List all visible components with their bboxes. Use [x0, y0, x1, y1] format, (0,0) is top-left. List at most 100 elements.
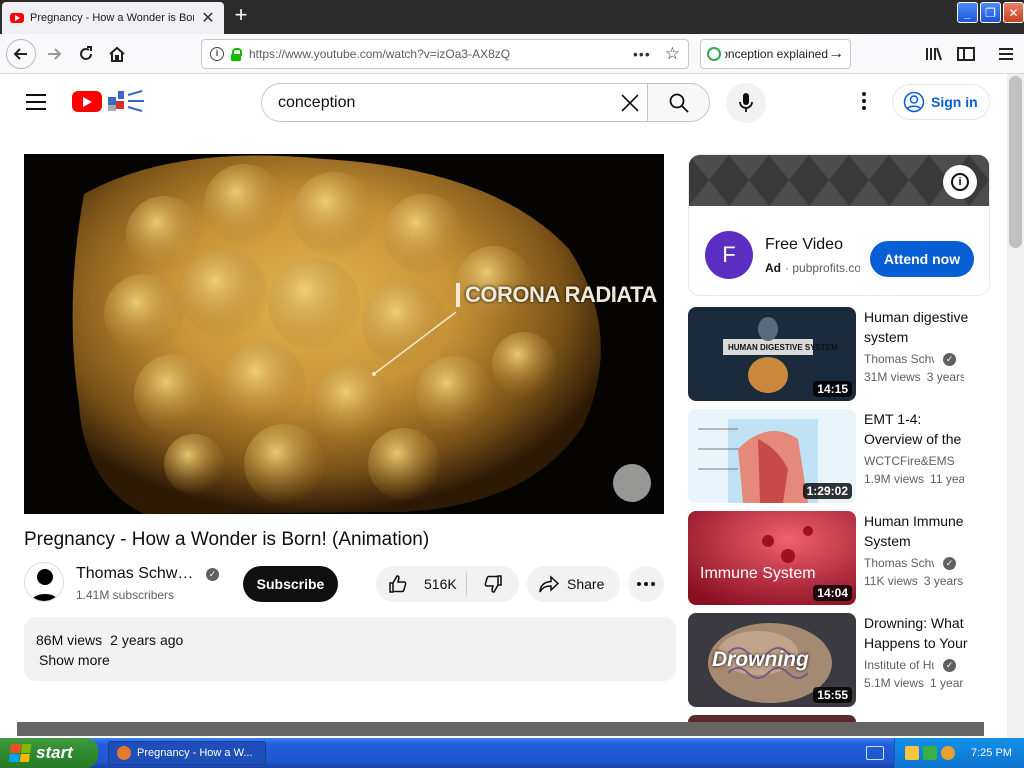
recommended-title[interactable]: Drowning: What Happens to Your Body [864, 613, 974, 653]
reload-button[interactable] [72, 40, 100, 68]
recommended-title[interactable]: Human digestive system [864, 307, 974, 347]
minimize-button[interactable]: _ [957, 2, 978, 23]
page-actions-icon[interactable]: ••• [633, 46, 651, 62]
recommended-channel[interactable]: Thomas Schwenke [864, 556, 934, 570]
recommended-age: 3 years ago [926, 370, 964, 384]
browser-tab[interactable]: Pregnancy - How a Wonder is Born! (Anima… [2, 2, 224, 34]
keyboard-icon[interactable] [866, 746, 884, 760]
recommended-video[interactable]: 1:29:02 EMT 1-4: Overview of the Human B… [688, 409, 990, 503]
recommended-video[interactable]: Immune System 14:04 Human Immune System … [688, 511, 990, 605]
like-dislike-group: 516K [376, 566, 519, 602]
recommended-channel[interactable]: WCTCFire&EMS [864, 454, 964, 468]
search-tray-icon[interactable] [941, 746, 955, 760]
video-thumbnail[interactable]: HUMAN DIGESTIVE SYSTEM 14:15 [688, 307, 856, 401]
browser-menu-button[interactable] [992, 40, 1020, 68]
share-button[interactable]: Share [527, 566, 620, 602]
channel-watermark-icon[interactable] [613, 464, 651, 502]
back-button[interactable] [6, 39, 36, 69]
like-button[interactable]: 516K [376, 566, 466, 602]
close-window-button[interactable]: ✕ [1003, 2, 1024, 23]
start-label: start [36, 743, 73, 762]
video-thumbnail[interactable]: 1:29:02 [688, 409, 856, 503]
settings-more-icon[interactable] [856, 92, 872, 112]
channel-name-text[interactable]: Thomas Schwenke [76, 565, 200, 583]
home-icon [109, 46, 125, 62]
channel-name[interactable]: Thomas Schwenke [76, 565, 200, 583]
video-player[interactable]: CORONA RADIATA [24, 154, 664, 514]
sidebar-button[interactable] [952, 40, 980, 68]
recommended-channel[interactable]: Thomas Schwenke [864, 352, 934, 366]
sign-in-label: Sign in [931, 94, 978, 110]
recommended-views: 1.9M views [864, 472, 925, 486]
recommended-channel[interactable]: Institute of Human Anatomy [864, 658, 934, 672]
bookmark-star-icon[interactable]: ☆ [665, 44, 680, 64]
start-button[interactable]: start [0, 738, 98, 768]
new-tab-button[interactable]: + [228, 3, 254, 29]
tab-title: Pregnancy - How a Wonder is Born! (Anima… [30, 12, 194, 24]
channel-avatar[interactable] [24, 562, 64, 602]
recommended-video[interactable]: HUMAN DIGESTIVE SYSTEM 14:15 Human diges… [688, 307, 990, 401]
forward-button[interactable] [40, 40, 68, 68]
youtube-search-box[interactable]: conception [261, 83, 647, 122]
clear-search-icon[interactable] [619, 92, 641, 114]
lock-icon[interactable] [231, 48, 242, 61]
recommended-title[interactable]: EMT 1-4: Overview of the Human Body [864, 409, 974, 449]
recommended-stats: 31M views 3 years ago [864, 370, 964, 384]
ad-info-icon: i [951, 173, 969, 191]
library-button[interactable] [920, 40, 948, 68]
sign-in-button[interactable]: Sign in [892, 84, 990, 120]
recommended-title[interactable]: Human Immune System [864, 511, 974, 551]
thumbnail-caption: Immune System [700, 565, 816, 582]
address-bar[interactable]: i https://www.youtube.com/watch?v=izOa3-… [201, 39, 689, 69]
thumbs-down-icon [484, 575, 502, 593]
recommended-video[interactable]: Drowning 15:55 Drowning: What Happens to… [688, 613, 990, 707]
advertiser-logo[interactable]: F [705, 231, 753, 279]
microphone-icon [739, 93, 753, 112]
ad-info-button[interactable]: i [943, 165, 977, 199]
search-input[interactable]: conception [278, 94, 355, 112]
taskbar-window-button[interactable]: Pregnancy - How a W... [108, 741, 266, 765]
security-shield-icon[interactable] [905, 746, 919, 760]
vertical-scroll-thumb[interactable] [1009, 76, 1022, 248]
restore-button[interactable]: ❐ [980, 2, 1001, 23]
show-more-link[interactable]: Show more [39, 652, 110, 668]
ad-title[interactable]: Free Video [765, 236, 843, 254]
view-count: 86M views [36, 632, 103, 648]
home-button[interactable] [103, 40, 131, 68]
video-thumbnail[interactable]: Drowning 15:55 [688, 613, 856, 707]
browser-tab-bar: Pregnancy - How a Wonder is Born! (Anima… [0, 0, 1024, 34]
youtube-header: conception Sign in [0, 74, 1007, 130]
horizontal-scrollbar[interactable] [17, 722, 984, 736]
description-box[interactable]: 86M views 2 years ago Show more [24, 617, 676, 681]
youtube-logo-icon[interactable] [72, 91, 102, 112]
vertical-scrollbar[interactable] [1007, 74, 1024, 738]
voice-search-button[interactable] [726, 83, 766, 123]
network-icon[interactable] [923, 746, 937, 760]
url-text[interactable]: https://www.youtube.com/watch?v=izOa3-AX… [249, 47, 510, 61]
clock[interactable]: 7:25 PM [971, 747, 1012, 759]
ad-cta-button[interactable]: Attend now [870, 241, 974, 277]
share-arrow-icon [539, 575, 559, 593]
ad-badge: Ad [765, 261, 781, 275]
video-thumbnail[interactable]: Immune System 14:04 [688, 511, 856, 605]
search-button[interactable] [647, 83, 710, 122]
system-tray: 7:25 PM [894, 738, 1024, 768]
search-bar[interactable]: conception explained → [700, 39, 851, 69]
browser-nav-bar: i https://www.youtube.com/watch?v=izOa3-… [0, 34, 1024, 74]
next-thumbnail-peek[interactable] [688, 715, 856, 722]
subscribe-button[interactable]: Subscribe [243, 566, 338, 602]
youtube-doodle-icon[interactable] [106, 89, 146, 113]
search-engine-icon [707, 47, 721, 61]
more-actions-button[interactable] [628, 566, 664, 602]
share-label: Share [567, 576, 605, 592]
search-bar-text[interactable]: conception explained [725, 47, 828, 61]
guide-menu-icon[interactable] [26, 94, 46, 110]
dislike-button[interactable] [467, 566, 519, 602]
page-info-icon[interactable]: i [210, 47, 224, 61]
tab-close-icon[interactable]: ✕ [200, 8, 216, 28]
recommended-age: 11 years ago [930, 472, 964, 486]
forward-arrow-icon [48, 48, 62, 60]
video-duration: 14:04 [813, 585, 852, 601]
search-go-arrow-icon[interactable]: → [828, 45, 844, 63]
ad-card[interactable]: i F Free Video Ad· pubprofits.com Attend… [688, 154, 990, 296]
